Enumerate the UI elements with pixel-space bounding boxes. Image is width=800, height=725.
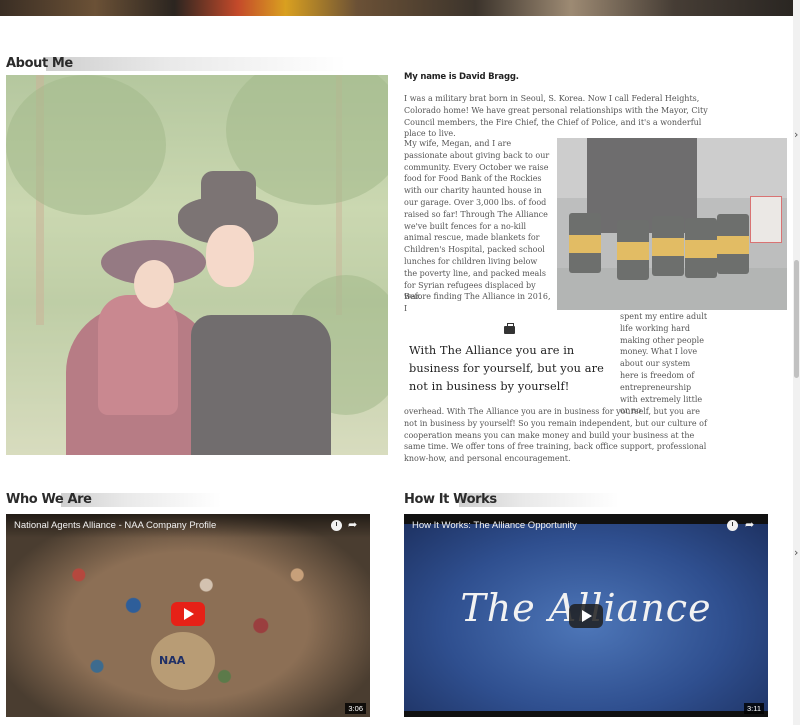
share-icon[interactable]: ➦ [745,518,754,531]
video-title[interactable]: National Agents Alliance - NAA Company P… [14,520,216,531]
about-paragraph: Before finding The Alliance in 2016, I [404,292,551,313]
play-icon[interactable] [569,604,603,628]
about-paragraph: overhead. With The Alliance you are in b… [404,407,707,464]
clock-icon[interactable] [727,520,738,531]
company-profile-video[interactable]: NAA National Agents Alliance - NAA Compa… [6,514,370,717]
video-duration: 3:06 [345,703,366,714]
briefcase-icon [504,323,515,334]
couple-photo [6,75,388,455]
share-icon[interactable]: ➦ [348,518,357,531]
food-bank-photo [557,138,787,310]
clock-icon[interactable] [331,520,342,531]
about-paragraph: I was a military brat born in Seoul, S. … [404,94,708,139]
play-icon[interactable] [171,602,205,626]
video-duration: 3:11 [743,703,764,714]
who-heading: Who We Are [6,492,346,508]
carousel-next-icon[interactable]: › [794,128,800,141]
video-title[interactable]: How It Works: The Alliance Opportunity [412,520,577,531]
scrollbar-thumb[interactable] [794,260,799,378]
page-scrollbar[interactable] [793,0,800,725]
about-paragraph: My wife, Megan, and I are passionate abo… [404,139,550,302]
pull-quote: With The Alliance you are in business fo… [409,344,604,393]
about-heading: About Me [6,56,346,72]
naa-logo: NAA [151,632,215,690]
how-heading: How It Works [404,492,744,508]
carousel-next-icon[interactable]: › [794,546,800,559]
about-paragraph: spent my entire adult life working hard … [620,312,708,416]
name-line: My name is David Bragg. [404,72,519,82]
top-banner-image [0,0,793,16]
how-it-works-video[interactable]: How It Works: The Alliance Opportunity ➦… [404,514,768,717]
